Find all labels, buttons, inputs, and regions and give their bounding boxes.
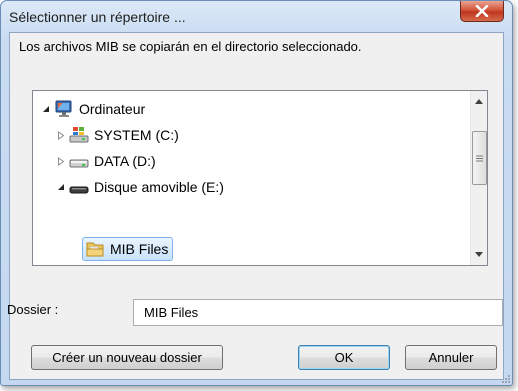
tree-item-label: Disque amovible (E:) [94,179,224,195]
collapsed-arrow-icon[interactable] [55,156,67,166]
tree-item-label: DATA (D:) [94,153,156,169]
drive-icon [69,152,89,170]
computer-icon [54,100,74,118]
scrollbar-thumb[interactable] [472,131,487,185]
dialog-window: Sélectionner un répertoire ... Los archi… [0,0,513,386]
resize-grip-icon[interactable] [500,373,510,383]
tree-item-label: Ordinateur [79,101,146,117]
grip-icon [476,155,483,161]
removable-drive-icon [69,178,89,196]
folder-label: Dossier : [7,302,59,317]
close-button[interactable] [460,1,504,22]
system-drive-icon [69,126,89,144]
expanded-arrow-icon[interactable] [40,105,52,113]
tree-item-mib-files[interactable]: MIB Files [82,237,174,261]
folder-name-input[interactable]: MIB Files [133,299,503,326]
expanded-arrow-icon[interactable] [55,183,67,191]
tree-item-data-drive[interactable]: DATA (D:) [55,150,156,172]
folder-tree[interactable]: Ordinateur SYSTEM (C:) DATA (D:) Disque … [32,90,488,266]
ok-button[interactable]: OK [298,345,390,370]
scroll-up-icon [475,99,483,104]
dialog-title: Sélectionner un répertoire ... [9,9,186,25]
tree-item-computer[interactable]: Ordinateur [40,98,145,120]
tree-item-removable-drive[interactable]: Disque amovible (E:) [55,176,224,198]
folder-icon [85,240,105,258]
tree-item-label: SYSTEM (C:) [94,127,179,143]
scroll-down-icon [475,252,483,257]
cancel-button[interactable]: Annuler [405,345,497,370]
close-icon [475,5,489,17]
collapsed-arrow-icon[interactable] [55,130,67,140]
selection-highlight: MIB Files [82,237,174,261]
info-message: Los archivos MIB se copiarán en el direc… [19,39,362,54]
tree-item-label: MIB Files [110,241,169,257]
scroll-up-button[interactable] [471,93,487,110]
new-folder-button[interactable]: Créer un nouveau dossier [31,345,223,370]
scroll-down-button[interactable] [471,246,487,263]
tree-scrollbar[interactable] [470,91,487,265]
tree-item-system-drive[interactable]: SYSTEM (C:) [55,124,179,146]
